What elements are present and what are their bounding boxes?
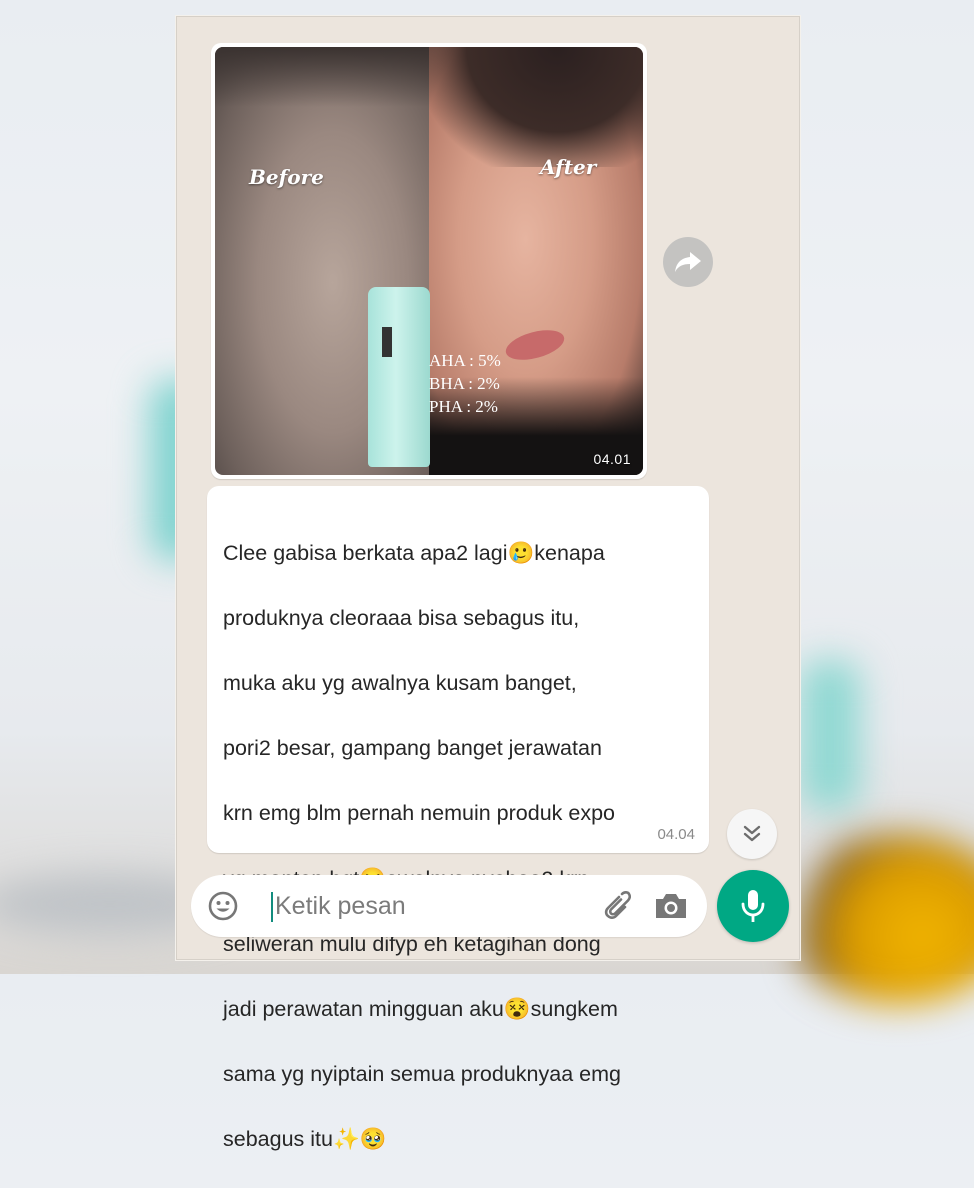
scroll-to-bottom-button[interactable] bbox=[727, 809, 777, 859]
after-label: After bbox=[540, 155, 597, 179]
before-label: Before bbox=[249, 165, 324, 189]
message-line: sama yg nyiptain semua produknyaa emg bbox=[223, 1062, 621, 1087]
hair bbox=[429, 47, 643, 167]
message-line: pori2 besar, gampang banget jerawatan bbox=[223, 736, 602, 761]
text-message-bubble[interactable]: Clee gabisa berkata apa2 lagi🥲kenapa pro… bbox=[207, 486, 709, 1151]
message-line: Clee gabisa berkata apa2 lagi🥲kenapa bbox=[223, 540, 605, 565]
hair bbox=[215, 47, 429, 107]
attach-icon[interactable] bbox=[597, 889, 631, 923]
forward-icon bbox=[675, 252, 701, 272]
image-message-bubble[interactable]: Before After AHA : 5% BHA : 2% PHA : 2% … bbox=[211, 43, 647, 479]
message-line: sebagus itu✨🥹 bbox=[223, 1127, 387, 1152]
camera-icon[interactable] bbox=[653, 891, 689, 921]
message-input[interactable]: Ketik pesan bbox=[275, 892, 406, 921]
chat-window: Before After AHA : 5% BHA : 2% PHA : 2% … bbox=[176, 16, 800, 1151]
background-blur bbox=[800, 660, 860, 810]
message-line: muka aku yg awalnya kusam banget, bbox=[223, 670, 577, 695]
scroll-down-icon bbox=[743, 825, 761, 842]
text-caret bbox=[271, 892, 273, 922]
acid-item: PHA : 2% bbox=[429, 397, 498, 416]
product-tube bbox=[368, 287, 430, 467]
before-after-photo[interactable]: Before After AHA : 5% BHA : 2% PHA : 2% … bbox=[215, 47, 643, 475]
forward-button[interactable] bbox=[663, 237, 713, 287]
message-text: Clee gabisa berkata apa2 lagi🥲kenapa pro… bbox=[223, 504, 693, 1188]
acid-list: AHA : 5% BHA : 2% PHA : 2% bbox=[429, 349, 501, 418]
message-time: 04.04 bbox=[657, 826, 695, 843]
emoji-icon[interactable] bbox=[207, 890, 239, 922]
message-line: produknya cleoraaa bisa sebagus itu, bbox=[223, 605, 580, 630]
mic-icon bbox=[741, 890, 765, 922]
voice-record-button[interactable] bbox=[717, 870, 789, 942]
message-line: jadi perawatan mingguan aku😵sungkem bbox=[223, 996, 618, 1021]
message-line: krn emg blm pernah nemuin produk expo bbox=[223, 801, 615, 826]
acid-item: AHA : 5% bbox=[429, 351, 501, 370]
background-blur bbox=[784, 834, 974, 1004]
message-composer: Ketik pesan bbox=[191, 875, 707, 937]
message-time: 04.01 bbox=[593, 451, 631, 467]
acid-item: BHA : 2% bbox=[429, 374, 500, 393]
